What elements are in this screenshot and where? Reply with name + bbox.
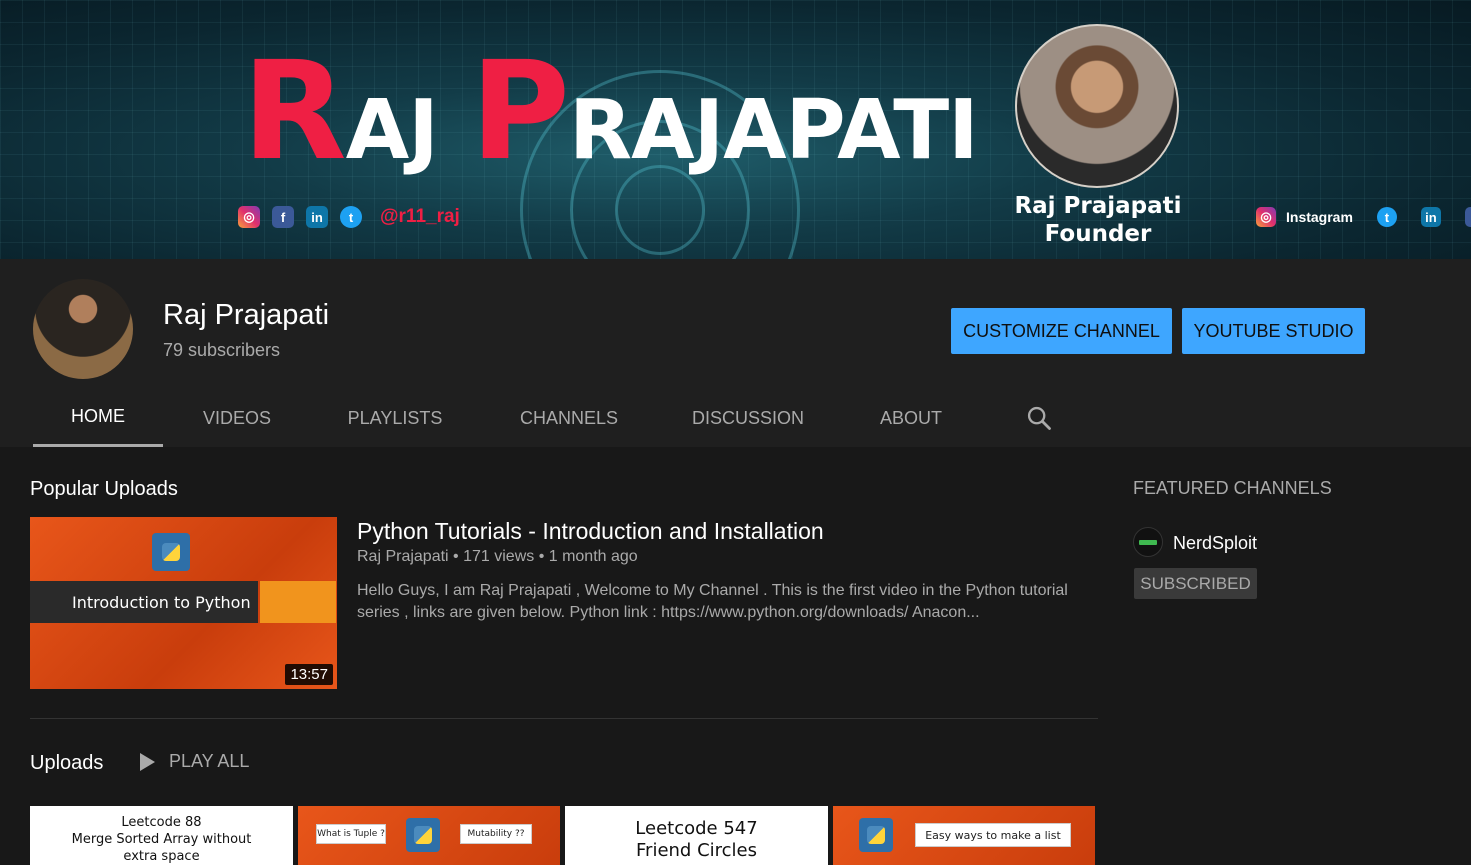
python-logo-icon [406, 818, 440, 852]
uploads-title[interactable]: Uploads [30, 752, 103, 775]
banner-social-links: ◎ f in t @r11_raj [238, 206, 460, 228]
social-handle: @r11_raj [380, 206, 460, 227]
facebook-icon[interactable]: f [1464, 207, 1471, 227]
channel-name: Raj Prajapati [163, 299, 330, 331]
python-logo-icon [859, 818, 893, 852]
linkedin-icon: in [306, 206, 328, 228]
banner-title-aj: AJ [345, 83, 439, 178]
customize-channel-button[interactable]: CUSTOMIZE CHANNEL [951, 308, 1172, 354]
subscribed-button[interactable]: SUBSCRIBED [1134, 568, 1257, 599]
tab-videos[interactable]: VIDEOS [163, 389, 311, 447]
banner-title-rajapati: RAJAPATI [568, 83, 979, 178]
featured-video-meta: Raj Prajapati • 171 views • 1 month ago [357, 548, 638, 565]
play-all-label: PLAY ALL [169, 751, 250, 771]
play-icon [140, 752, 155, 771]
founder-name: Raj Prajapati [1014, 193, 1182, 219]
channel-header: Raj Prajapati 79 subscribers CUSTOMIZE C… [0, 259, 1471, 447]
banner-links-right: ◎ Instagram t in f [1256, 207, 1471, 227]
linkedin-icon[interactable]: in [1420, 207, 1441, 227]
featured-channels-title: FEATURED CHANNELS [1133, 478, 1332, 498]
tab-playlists[interactable]: PLAYLISTS [311, 389, 479, 447]
founder-photo [1015, 24, 1179, 188]
channel-home-content: Popular Uploads Introduction to Python 1… [0, 447, 1471, 865]
banner-title-initial-p: P [470, 33, 570, 191]
instagram-icon[interactable]: ◎ [1256, 207, 1276, 227]
section-divider [30, 718, 1098, 719]
thumbnail-label: Easy ways to make a list [915, 823, 1071, 847]
founder-role: Founder [1044, 221, 1152, 247]
banner-title: RAJ PRAJAPATI [242, 44, 979, 180]
thumbnail-label: What is Tuple ? [316, 824, 386, 844]
featured-video-thumbnail[interactable]: Introduction to Python 13:57 [30, 517, 337, 689]
facebook-icon: f [272, 206, 294, 228]
tab-channels[interactable]: CHANNELS [479, 389, 659, 447]
play-all-button[interactable]: PLAY ALL [140, 751, 249, 772]
nerdsploit-avatar[interactable] [1133, 527, 1163, 557]
founder-caption: Raj Prajapati Founder [1000, 192, 1196, 248]
search-icon[interactable] [1025, 404, 1053, 432]
thumbnail-decoration [260, 581, 336, 623]
upload-thumbnail[interactable]: Leetcode 547 Friend Circles [565, 806, 828, 865]
subscriber-count: 79 subscribers [163, 340, 281, 360]
featured-video-description: Hello Guys, I am Raj Prajapati , Welcome… [357, 582, 1068, 621]
tab-home[interactable]: HOME [33, 389, 163, 447]
channel-tabs: HOME VIDEOS PLAYLISTS CHANNELS DISCUSSIO… [33, 389, 985, 447]
upload-thumbnail[interactable]: Easy ways to make a list [833, 806, 1095, 865]
banner-title-initial-r: R [242, 33, 347, 191]
twitter-icon: t [340, 206, 362, 228]
instagram-icon: ◎ [238, 206, 260, 228]
tab-about[interactable]: ABOUT [837, 389, 985, 447]
popular-uploads-title: Popular Uploads [30, 478, 178, 500]
thumbnail-caption: Introduction to Python [30, 581, 258, 623]
tab-discussion[interactable]: DISCUSSION [659, 389, 837, 447]
featured-channel-name[interactable]: NerdSploit [1173, 533, 1257, 554]
instagram-link-label[interactable]: Instagram [1286, 209, 1353, 225]
channel-banner: RAJ PRAJAPATI ◎ f in t @r11_raj Raj Praj… [0, 0, 1471, 259]
upload-thumbnail[interactable]: What is Tuple ? Mutability ?? [298, 806, 560, 865]
youtube-studio-button[interactable]: YOUTUBE STUDIO [1182, 308, 1365, 354]
thumbnail-label: Mutability ?? [460, 824, 532, 844]
featured-video-title[interactable]: Python Tutorials - Introduction and Inst… [357, 518, 824, 545]
video-duration: 13:57 [285, 664, 333, 685]
python-logo-icon [152, 533, 190, 571]
twitter-icon[interactable]: t [1376, 207, 1397, 227]
upload-thumbnail[interactable]: Leetcode 88 Merge Sorted Array without e… [30, 806, 293, 865]
channel-avatar[interactable] [33, 279, 133, 379]
